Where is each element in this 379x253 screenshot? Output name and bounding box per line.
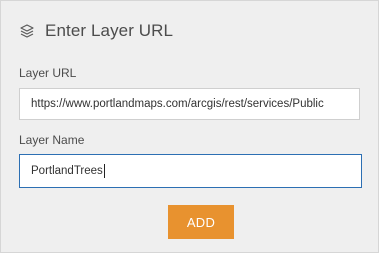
layer-url-label: Layer URL — [19, 66, 77, 80]
panel-title: Enter Layer URL — [45, 21, 174, 40]
layers-icon — [19, 23, 35, 39]
text-caret — [103, 163, 105, 178]
layer-name-input[interactable]: PortlandTrees — [19, 154, 362, 188]
layer-name-value: PortlandTrees — [31, 165, 103, 177]
add-button[interactable]: ADD — [168, 205, 234, 239]
enter-layer-url-panel: Enter Layer URL Layer URL https://www.po… — [0, 0, 379, 253]
layer-url-input[interactable]: https://www.portlandmaps.com/arcgis/rest… — [19, 88, 360, 120]
layer-name-label: Layer Name — [19, 133, 85, 147]
panel-header: Enter Layer URL — [19, 20, 173, 42]
